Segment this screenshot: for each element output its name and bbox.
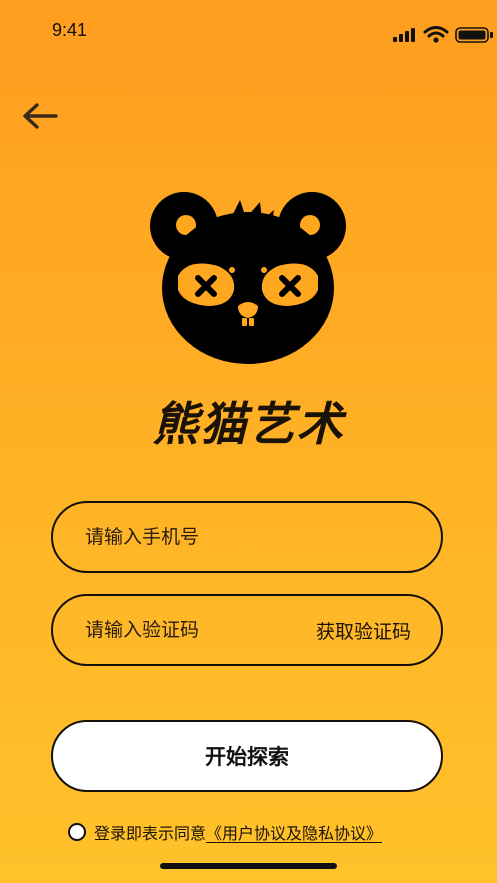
home-indicator [160,863,337,869]
phone-input[interactable] [83,525,441,549]
verification-code-input[interactable] [83,618,316,642]
agreement-text: 登录即表示同意 [94,824,207,843]
status-icons [393,26,497,44]
status-time: 9:41 [52,20,88,40]
login-screen: 9:41 熊猫艺术 请输入手机号 请输入验证码 获取验证码 开始探索 登录即表示… [0,0,497,883]
panda-logo [148,188,348,368]
wifi-icon [423,26,449,43]
back-button[interactable] [20,98,62,134]
cellular-signal-icon [393,28,415,42]
panda-mascot-icon [150,192,346,364]
arrow-left-icon [23,103,58,129]
agreement-row: 登录即表示同意 《用户协议及隐私协议》 [68,820,382,844]
app-name: 熊猫艺术 [152,397,345,451]
battery-icon [455,27,493,43]
start-explore-button[interactable]: 开始探索 [51,720,443,792]
get-code-button[interactable]: 获取验证码 [316,617,411,644]
verification-code-field[interactable]: 获取验证码 [51,594,443,666]
agreement-checkbox[interactable] [68,823,86,841]
agreement-link[interactable]: 《用户协议及隐私协议》 [206,820,382,844]
phone-field[interactable] [51,501,443,573]
